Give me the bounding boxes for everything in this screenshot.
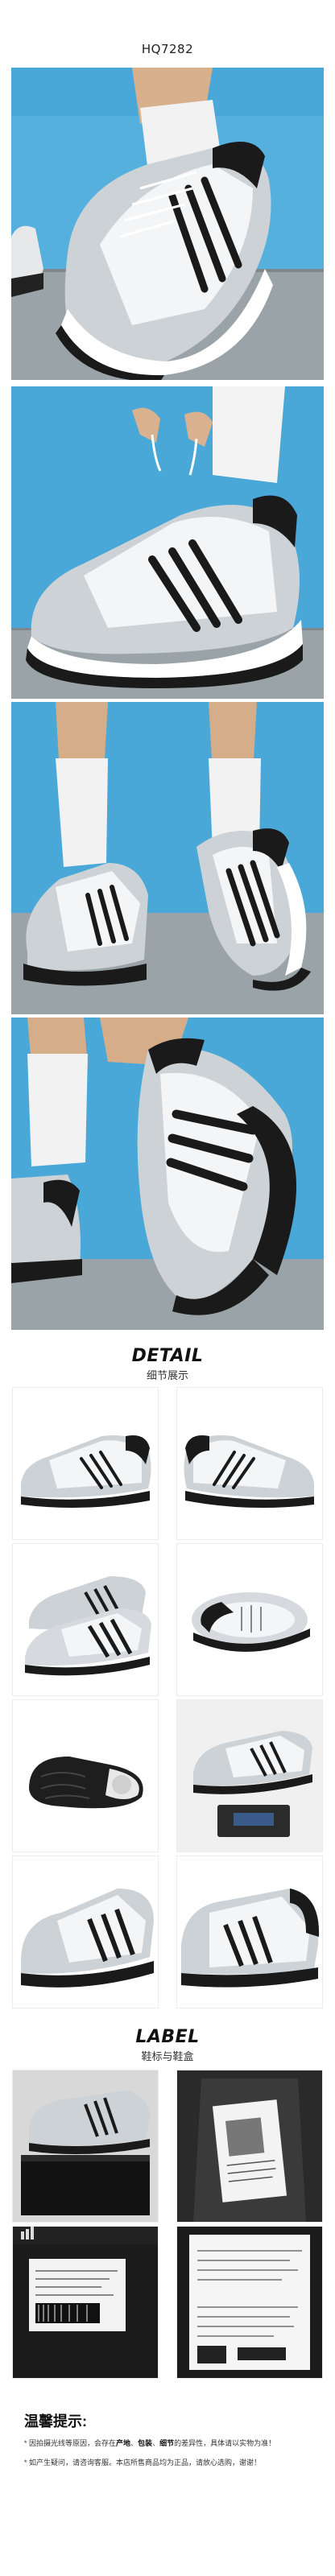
label-title-en: LABEL [135, 2027, 200, 2047]
label-2-image [177, 2070, 322, 2222]
hero-4-image [11, 1018, 324, 1330]
hero-1-image [11, 68, 324, 380]
hero-photo-3 [11, 702, 324, 1014]
tips-line-1-prefix: * 因拍摄光线等原因，会存在 [24, 2439, 117, 2447]
detail-photo-sole [13, 1700, 158, 1852]
detail-3-image [25, 1576, 151, 1676]
label-4-image [177, 2227, 322, 2378]
detail-title-cn: 细节展示 [146, 1369, 188, 1381]
tips-bold-origin: 产地 [116, 2439, 131, 2447]
hero-3-image [11, 702, 324, 1014]
tips-title: 温馨提示: [24, 2413, 87, 2429]
detail-photo-side-medial [177, 1388, 322, 1539]
hero-photo-4 [11, 1018, 324, 1330]
detail-photo-top [177, 1544, 322, 1695]
label-photo-shoe-on-box [13, 2070, 158, 2222]
tips-line-1-suffix: 的差异性，具体请以实物为准！ [174, 2439, 276, 2447]
page-header: HQ7282 [0, 0, 335, 66]
detail-2-image [184, 1435, 314, 1508]
hero-photo-2 [11, 386, 324, 699]
detail-6-image [177, 1700, 322, 1852]
tips-bold-package: 包装 [138, 2439, 153, 2447]
detail-photo-angle [13, 1856, 158, 2008]
tips-bold-detail: 细节 [159, 2439, 175, 2447]
label-title-cn: 鞋标与鞋盒 [141, 2050, 194, 2062]
product-code: HQ7282 [141, 42, 194, 56]
detail-photo-pair [13, 1544, 158, 1695]
label-photo-box-end [13, 2227, 158, 2378]
tips-line-2: * 如产生疑问，请咨询客服。本店所售商品均为正品，请放心选购，谢谢！ [24, 2458, 262, 2467]
hero-2-image [11, 386, 324, 699]
detail-photo-heel [177, 1856, 322, 2008]
detail-8-image [181, 1889, 320, 1988]
hero-photo-1 [11, 68, 324, 380]
label-1-image [13, 2070, 158, 2222]
detail-section-title: DETAIL 细节展示 [0, 1346, 335, 1383]
detail-7-image [21, 1889, 154, 1988]
tips-panel: 温馨提示: * 因拍摄光线等原因，会存在产地、包装、细节的差异性，具体请以实物为… [24, 2412, 311, 2470]
detail-1-image [21, 1435, 151, 1508]
tips-line-1: * 因拍摄光线等原因，会存在产地、包装、细节的差异性，具体请以实物为准！ [24, 2436, 311, 2450]
label-photo-box-sticker [177, 2227, 322, 2378]
detail-title-en: DETAIL [131, 1346, 204, 1366]
detail-photo-scale [177, 1700, 322, 1852]
label-3-image [13, 2227, 158, 2378]
label-photo-tongue-tag [177, 2070, 322, 2222]
tips-sep-1: 、 [130, 2439, 139, 2447]
detail-4-image [192, 1592, 310, 1652]
label-section-title: LABEL 鞋标与鞋盒 [0, 2027, 335, 2064]
detail-5-image [29, 1757, 143, 1809]
detail-photo-side-lateral [13, 1388, 158, 1539]
tips-sep-2: 、 [152, 2439, 160, 2447]
